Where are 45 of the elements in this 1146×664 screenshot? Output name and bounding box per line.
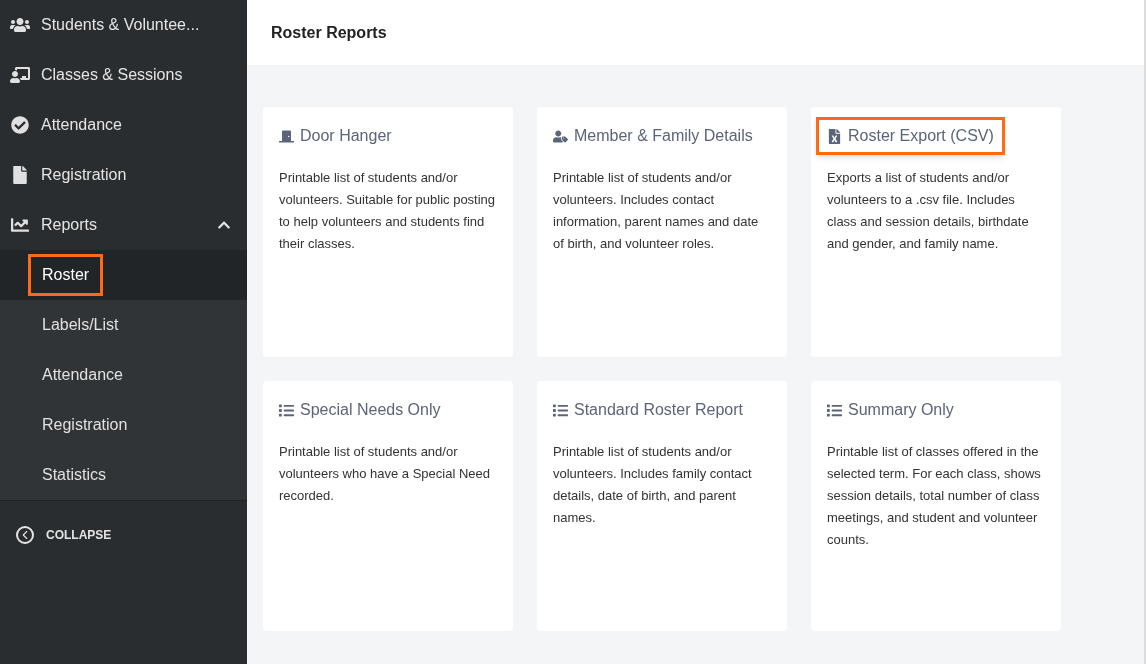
sidebar-item[interactable]: Students & Voluntee... xyxy=(0,0,247,50)
chart-icon xyxy=(10,216,30,234)
report-card[interactable]: Special Needs Only Printable list of students and/or volunteers who have a Special Need recorded. xyxy=(263,381,513,631)
classroom-icon xyxy=(10,66,30,84)
card-description: Printable list of students and/or volunteers. Includes contact information, parent names and date of birth, and volunteer roles. xyxy=(553,169,760,253)
spreadsheet-file-icon xyxy=(827,128,842,144)
collapse-button[interactable]: COLLAPSE xyxy=(0,501,247,569)
list-icon xyxy=(553,402,568,418)
report-card[interactable]: Summary Only Printable list of classes offered in the selected term. For each class, shows session details, total number of class meetings, and student and volunteer counts. xyxy=(811,381,1061,631)
card-description: Exports a list of students and/or volunteers to a .csv file. Includes class and session details, birthdate and gender, and family name. xyxy=(827,169,1030,253)
card-description: Printable list of students and/or volunteers who have a Special Need recorded. xyxy=(279,443,492,505)
users-icon xyxy=(10,16,30,34)
menu-label: Attendance xyxy=(41,365,124,385)
card-title[interactable]: Summary Only xyxy=(816,391,965,429)
file-icon xyxy=(10,166,30,184)
card-description: Printable list of classes offered in the selected term. For each class, shows session details, total number of class meetings, and student and volunteer counts. xyxy=(827,443,1042,549)
card-description: Printable list of students and/or volunteers. Includes family contact details, date of birth, and parent names. xyxy=(553,443,753,527)
sidebar-item[interactable]: Attendance xyxy=(0,100,247,150)
door-icon xyxy=(279,128,294,144)
list-icon xyxy=(827,402,842,418)
card-title[interactable]: Roster Export (CSV) xyxy=(816,117,1005,155)
card-description: Printable list of students and/or volunteers. Suitable for public posting to help volunteers and students find their classes. xyxy=(279,169,497,253)
menu-label: Statistics xyxy=(41,465,107,485)
submenu-item[interactable]: Roster xyxy=(0,250,247,300)
menu-label: Roster xyxy=(28,254,104,296)
report-card[interactable]: Roster Export (CSV) Exports a list of students and/or volunteers to a .csv file. Includes class and session details, birthdate and gender, and family name. xyxy=(811,107,1061,357)
report-card[interactable]: Member & Family Details Printable list of students and/or volunteers. Includes contact information, parent names and date of birth, and volunteer roles. xyxy=(537,107,787,357)
sidebar-item[interactable]: Registration xyxy=(0,150,247,200)
card-title[interactable]: Standard Roster Report xyxy=(542,391,754,429)
sidebar-item[interactable]: Reports xyxy=(0,200,247,250)
report-card[interactable]: Door Hanger Printable list of students and/or volunteers. Suitable for public posting to help volunteers and students find their classes. xyxy=(263,107,513,357)
card-title[interactable]: Member & Family Details xyxy=(542,117,764,155)
submenu-item[interactable]: Labels/List xyxy=(0,300,247,350)
list-icon xyxy=(279,402,294,418)
submenu-item[interactable]: Statistics xyxy=(0,450,247,500)
report-card[interactable]: Standard Roster Report Printable list of students and/or volunteers. Includes family contact details, date of birth, and parent names. xyxy=(537,381,787,631)
menu-label: Registration xyxy=(41,415,129,435)
page-title: Roster Reports xyxy=(271,22,387,43)
card-title[interactable]: Door Hanger xyxy=(268,117,403,155)
card-title[interactable]: Special Needs Only xyxy=(268,391,452,429)
submenu-item[interactable]: Attendance xyxy=(0,350,247,400)
submenu-item[interactable]: Registration xyxy=(0,400,247,450)
user-tag-icon xyxy=(553,128,568,144)
sidebar-item[interactable]: Classes & Sessions xyxy=(0,50,247,100)
menu-label: Labels/List xyxy=(41,315,120,335)
